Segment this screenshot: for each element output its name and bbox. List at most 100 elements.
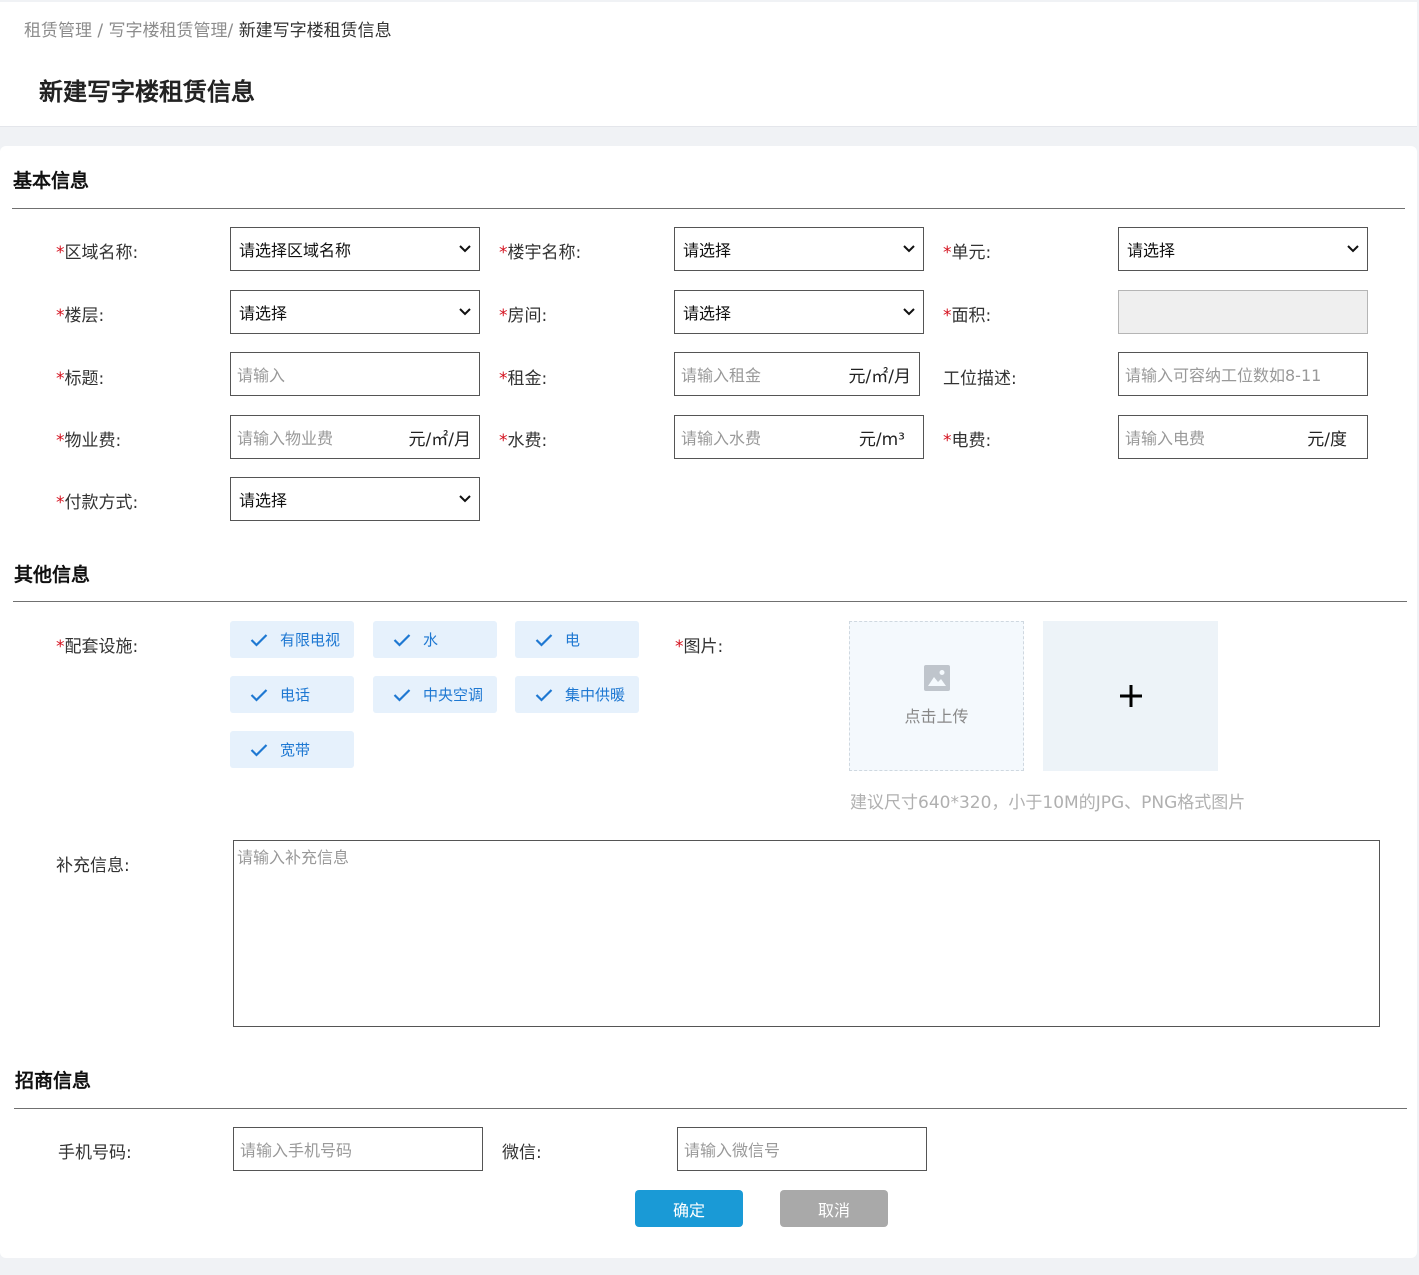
room-select[interactable]: 请选择 (674, 290, 924, 334)
add-image-button[interactable] (1043, 621, 1218, 771)
label-text: 电费: (951, 431, 992, 451)
breadcrumb-item-office-rental[interactable]: 写字楼租赁管理 (109, 21, 228, 41)
water-input[interactable]: 请输入水费 元/m³ (674, 415, 924, 459)
input-placeholder: 请输入手机号码 (240, 1141, 353, 1160)
rent-label: *租金: (499, 364, 547, 389)
room-label: *房间: (499, 301, 547, 326)
breadcrumb-item-rental[interactable]: 租赁管理 (24, 21, 92, 41)
input-placeholder: 请输入租金 (681, 366, 762, 385)
payment-select[interactable]: 请选择 (230, 477, 480, 521)
facility-chip-central-heating[interactable]: 集中供暖 (515, 676, 639, 713)
check-icon (535, 688, 553, 702)
label-text: 租金: (507, 369, 548, 389)
required-mark: * (56, 637, 65, 657)
select-value: 请选择 (683, 241, 732, 260)
required-mark: * (943, 306, 952, 326)
input-placeholder: 请输入微信号 (684, 1141, 781, 1160)
size-label: *面积: (943, 301, 991, 326)
electric-input[interactable]: 请输入电费 元/度 (1118, 415, 1368, 459)
required-mark: * (56, 493, 65, 513)
chip-label: 电 (565, 631, 581, 649)
label-text: 区域名称: (64, 243, 139, 263)
chevron-down-icon (459, 495, 471, 503)
required-mark: * (499, 243, 508, 263)
label-text: 工位描述: (943, 369, 1017, 389)
chip-label: 水 (423, 631, 439, 649)
label-text: 微信: (502, 1143, 542, 1163)
breadcrumb-separator: / (92, 21, 109, 41)
wechat-label: 微信: (502, 1138, 542, 1163)
title-label: *标题: (56, 364, 104, 389)
section-divider (13, 601, 1407, 602)
facility-chip-cable-tv[interactable]: 有限电视 (230, 621, 354, 658)
section-divider (14, 1108, 1407, 1109)
breadcrumb-current: 新建写字楼租赁信息 (238, 21, 392, 41)
select-value: 请选择 (1127, 241, 1176, 260)
payment-label: *付款方式: (56, 488, 138, 513)
rent-input[interactable]: 请输入租金 元/㎡/月 (674, 352, 920, 396)
facility-chip-water[interactable]: 水 (373, 621, 497, 658)
property-fee-input[interactable]: 请输入物业费 元/㎡/月 (230, 415, 480, 459)
chip-label: 集中供暖 (565, 686, 626, 704)
wechat-input[interactable]: 请输入微信号 (677, 1127, 927, 1171)
facility-chip-electricity[interactable]: 电 (515, 621, 639, 658)
facility-chip-central-ac[interactable]: 中央空调 (373, 676, 497, 713)
check-icon (250, 743, 268, 757)
check-icon (393, 633, 411, 647)
required-mark: * (943, 431, 952, 451)
required-mark: * (56, 243, 65, 263)
phone-input[interactable]: 请输入手机号码 (233, 1127, 483, 1171)
label-text: 图片: (683, 637, 724, 657)
check-icon (535, 633, 553, 647)
area-select[interactable]: 请选择区域名称 (230, 227, 480, 271)
label-text: 手机号码: (58, 1143, 132, 1163)
chevron-down-icon (903, 245, 915, 253)
floor-select[interactable]: 请选择 (230, 290, 480, 334)
breadcrumb-separator: / (227, 21, 239, 41)
upload-label: 点击上传 (904, 707, 969, 726)
electric-unit: 元/度 (1307, 429, 1347, 450)
required-mark: * (499, 431, 508, 451)
building-label: *楼宇名称: (499, 238, 581, 263)
extra-info-textarea[interactable]: 请输入补充信息 (233, 840, 1380, 1027)
building-select[interactable]: 请选择 (674, 227, 924, 271)
chip-label: 电话 (280, 686, 311, 704)
image-upload-box[interactable]: 点击上传 (849, 621, 1024, 771)
workstation-input[interactable]: 请输入可容纳工位数如8-11 (1118, 352, 1368, 396)
required-mark: * (675, 637, 684, 657)
unit-label: *单元: (943, 238, 991, 263)
phone-label: 手机号码: (58, 1138, 132, 1163)
label-text: 楼层: (64, 306, 105, 326)
section-title-invest: 招商信息 (15, 1070, 92, 1092)
label-text: 楼宇名称: (507, 243, 582, 263)
water-label: *水费: (499, 426, 547, 451)
label-text: 配套设施: (64, 637, 139, 657)
required-mark: * (499, 306, 508, 326)
input-placeholder: 请输入水费 (681, 429, 762, 448)
label-text: 物业费: (64, 431, 122, 451)
chip-label: 宽带 (280, 741, 311, 759)
facility-chip-phone[interactable]: 电话 (230, 676, 354, 713)
title-input[interactable]: 请输入 (230, 352, 480, 396)
electric-label: *电费: (943, 426, 991, 451)
required-mark: * (56, 306, 65, 326)
image-icon (923, 665, 950, 691)
confirm-button[interactable]: 确定 (635, 1190, 743, 1227)
facility-chip-broadband[interactable]: 宽带 (230, 731, 354, 768)
required-mark: * (56, 369, 65, 389)
area-label: *区域名称: (56, 238, 138, 263)
page-title: 新建写字楼租赁信息 (39, 78, 255, 106)
label-text: 面积: (951, 306, 992, 326)
select-value: 请选择 (239, 491, 288, 510)
check-icon (250, 688, 268, 702)
select-value: 请选择 (683, 304, 732, 323)
facilities-label: *配套设施: (56, 632, 138, 657)
chevron-down-icon (903, 308, 915, 316)
image-label: *图片: (675, 632, 723, 657)
label-text: 补充信息: (56, 856, 130, 876)
required-mark: * (499, 369, 508, 389)
cancel-button[interactable]: 取消 (780, 1190, 888, 1227)
unit-select[interactable]: 请选择 (1118, 227, 1368, 271)
input-placeholder: 请输入可容纳工位数如8-11 (1125, 366, 1322, 385)
chevron-down-icon (1347, 245, 1359, 253)
